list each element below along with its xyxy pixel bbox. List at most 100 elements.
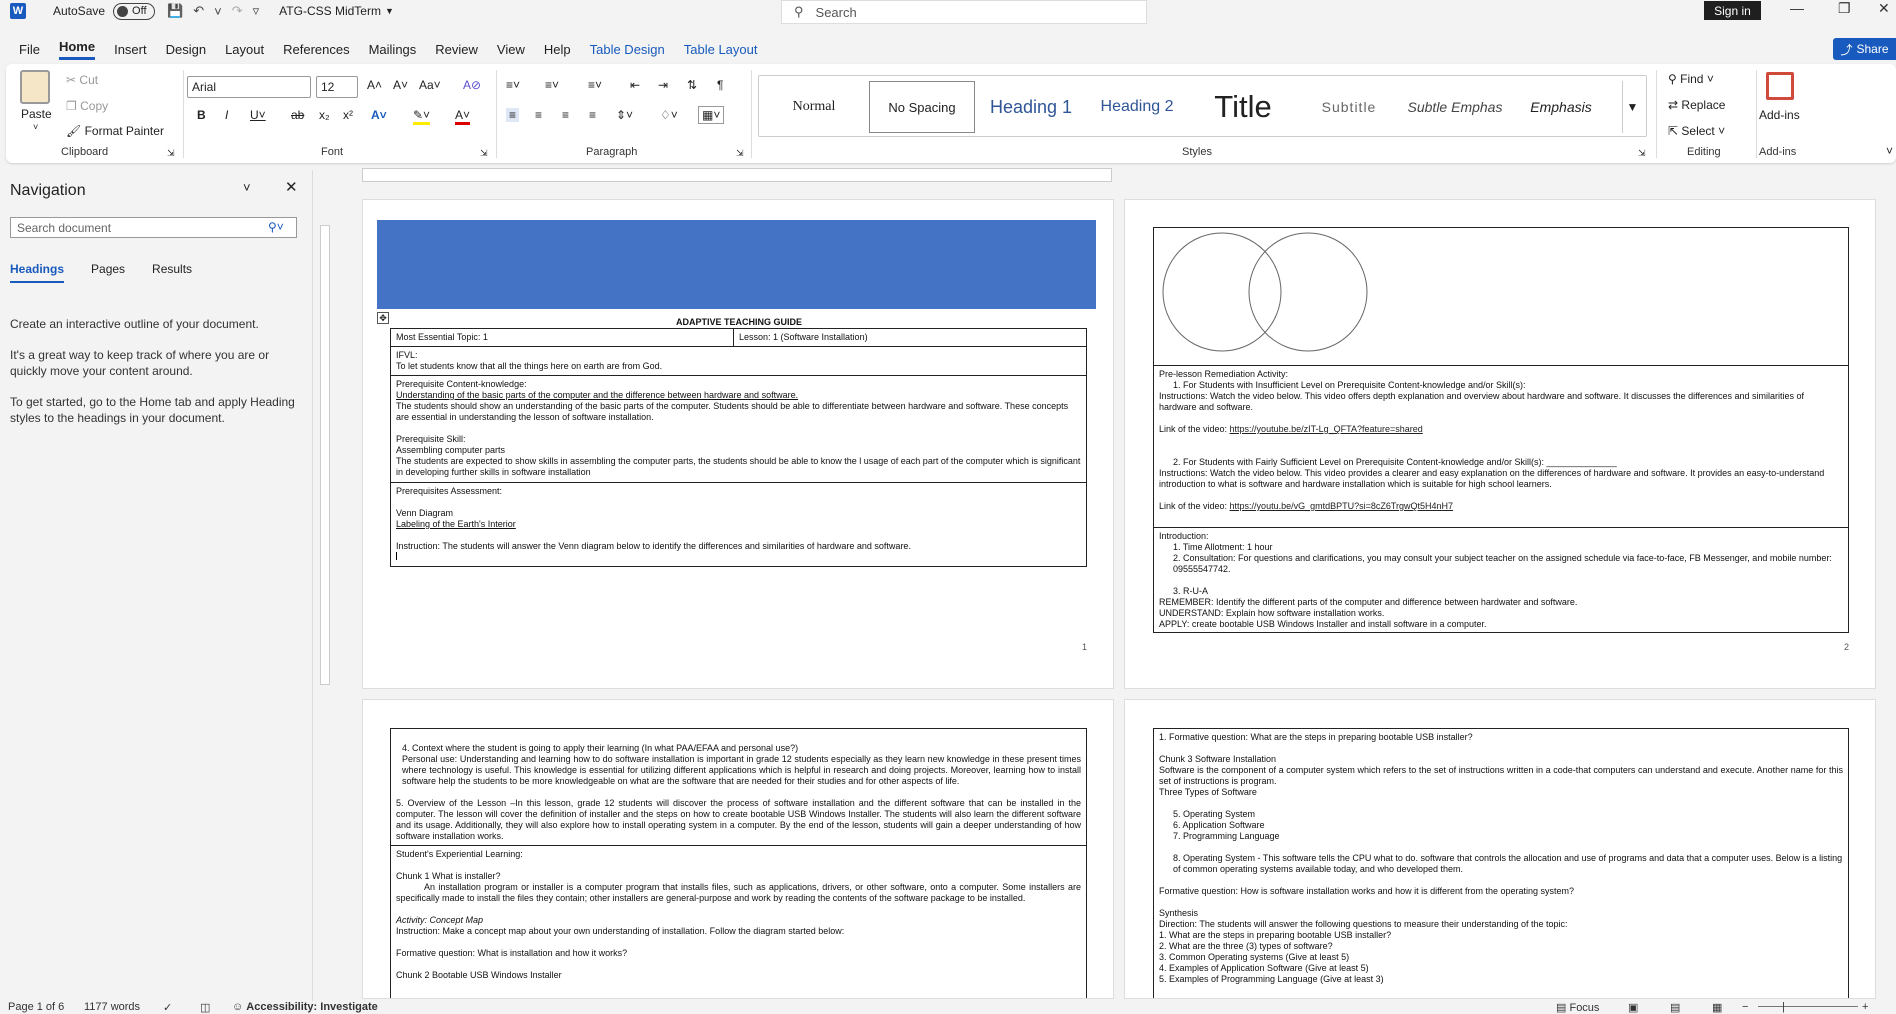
close-window-icon[interactable]: ✕ [1878,0,1890,17]
subscript-icon[interactable]: x₂ [319,108,330,122]
save-icon[interactable]: 💾 [167,3,183,19]
style-heading-1[interactable]: Heading 1 [981,81,1081,133]
zoom-in-icon[interactable]: + [1862,1001,1868,1013]
multilevel-list-icon[interactable]: ≡˅ [588,78,602,92]
justify-icon[interactable]: ≡ [589,108,596,122]
bold-icon[interactable]: B [197,108,206,122]
clipboard-launcher-icon[interactable]: ⇲ [167,148,175,159]
web-layout-icon[interactable]: ▦ [1712,1001,1722,1014]
line-spacing-icon[interactable]: ⇕˅ [616,108,633,122]
italic-icon[interactable]: I [225,108,228,122]
collapse-ribbon-icon[interactable]: ˅ [1886,144,1893,158]
font-name-dropdown[interactable]: Arial [187,76,311,98]
style-heading-2[interactable]: Heading 2 [1087,81,1187,133]
replace-button[interactable]: ⇄ Replace [1668,98,1725,112]
show-formatting-icon[interactable]: ¶ [717,78,723,92]
nav-tab-pages[interactable]: Pages [91,262,125,283]
lesson-cell[interactable]: Lesson: 1 (Software Installation) [734,329,873,346]
tab-insert[interactable]: Insert [114,42,147,57]
page-count[interactable]: Page 1 of 6 [8,1001,64,1013]
shrink-font-icon[interactable]: A˅ [393,78,408,92]
customize-qat-icon[interactable]: ▿ [253,3,260,19]
font-color-icon[interactable]: A˅ [455,108,471,125]
change-case-icon[interactable]: Aa˅ [419,78,441,92]
nav-tab-results[interactable]: Results [152,262,192,283]
table-row[interactable]: Student's Experiential Learning: Chunk 1… [391,846,1086,984]
paste-button[interactable]: Paste [21,107,52,121]
styles-more-icon[interactable]: ▼ [1622,81,1642,133]
topic-cell[interactable]: Most Essential Topic: 1 [391,329,734,346]
document-title[interactable]: ATG-CSS MidTerm [279,4,381,18]
focus-button[interactable]: ▤ Focus [1556,1001,1599,1014]
tab-view[interactable]: View [497,42,525,57]
print-layout-icon[interactable]: ▤ [1670,1001,1680,1014]
share-button[interactable]: ⤴ Share [1833,38,1896,60]
align-center-icon[interactable]: ≡ [535,108,542,122]
read-mode-icon[interactable]: ▣ [1628,1001,1638,1014]
tab-mailings[interactable]: Mailings [369,42,417,57]
nav-search-input[interactable]: Search document [10,217,297,238]
tab-file[interactable]: File [19,42,40,57]
accessibility-status[interactable]: ☺ Accessibility: Investigate [232,1001,378,1013]
find-button[interactable]: ⚲ Find ˅ [1668,72,1714,86]
nav-tab-headings[interactable]: Headings [10,262,65,283]
superscript-icon[interactable]: x² [343,108,353,122]
vertical-ruler[interactable] [320,225,330,685]
decrease-indent-icon[interactable]: ⇤ [630,78,640,92]
style-subtle-emphasis[interactable]: Subtle Emphas [1405,81,1505,133]
align-left-icon[interactable]: ≡ [506,108,520,122]
increase-indent-icon[interactable]: ⇥ [658,78,668,92]
restore-icon[interactable]: ❐ [1838,0,1851,17]
font-launcher-icon[interactable]: ⇲ [480,148,488,159]
table-row[interactable]: Introduction: 1. Time Allotment: 1 hour … [1154,528,1848,633]
select-button[interactable]: ⇱ Select ˅ [1668,124,1725,138]
zoom-out-icon[interactable]: − [1742,1001,1748,1013]
word-count[interactable]: 1177 words [84,1001,140,1013]
macro-icon[interactable]: ◫ [200,1001,210,1014]
borders-icon[interactable]: ▦˅ [698,106,725,124]
tab-help[interactable]: Help [544,42,571,57]
style-emphasis[interactable]: Emphasis [1511,81,1611,133]
bullets-icon[interactable]: ≡˅ [506,78,520,92]
venn-cell[interactable] [1154,228,1848,366]
clear-formatting-icon[interactable]: A⊘ [463,78,481,92]
table-row[interactable]: IFVL: To let students know that all the … [391,347,1086,376]
paragraph-launcher-icon[interactable]: ⇲ [736,148,744,159]
tab-references[interactable]: References [283,42,349,57]
grow-font-icon[interactable]: A˄ [367,78,382,92]
close-nav-icon[interactable]: ✕ [285,178,298,196]
sign-in-button[interactable]: Sign in [1704,1,1761,20]
tab-layout[interactable]: Layout [225,42,264,57]
table-row[interactable]: 1. Formative question: What are the step… [1154,729,1848,988]
table-row[interactable]: Pre-lesson Remediation Activity: 1. For … [1154,366,1848,528]
style-no-spacing[interactable]: No Spacing [869,81,975,133]
tab-design[interactable]: Design [166,42,206,57]
styles-launcher-icon[interactable]: ⇲ [1638,148,1646,159]
video-link-1[interactable]: https://youtube.be/zIT-Lg_QFTA?feature=s… [1230,424,1423,434]
tab-table-layout[interactable]: Table Layout [684,42,758,57]
undo-dropdown-icon[interactable]: ˅ [214,4,222,19]
cut-button[interactable]: ✂ Cut [66,73,98,87]
copy-button[interactable]: ❐ Copy [66,99,108,113]
zoom-slider-thumb[interactable]: | [1782,1001,1785,1013]
style-title[interactable]: Title [1193,81,1293,133]
tab-home[interactable]: Home [58,39,96,60]
highlight-icon[interactable]: ✎˅ [413,108,431,125]
minimize-icon[interactable]: — [1790,0,1804,16]
sort-icon[interactable]: ⇅ [687,78,697,92]
table-row[interactable]: Prerequisites Assessment: Venn Diagram L… [391,483,1086,566]
add-ins-button[interactable]: Add-ins [1759,108,1800,122]
autosave-toggle[interactable]: Off [113,2,156,20]
tab-table-design[interactable]: Table Design [590,42,665,57]
nav-options-chevron-icon[interactable]: ˅ [243,180,251,195]
redo-icon[interactable]: ↷ [232,3,243,19]
horizontal-ruler[interactable] [362,168,1112,182]
search-box[interactable]: ⚲ Search [781,0,1147,24]
shading-icon[interactable]: ♢˅ [660,108,678,122]
underline-icon[interactable]: U˅ [250,108,266,122]
paste-icon[interactable] [20,70,50,104]
add-ins-icon[interactable] [1766,72,1794,100]
strikethrough-icon[interactable]: ab [291,108,304,122]
undo-icon[interactable]: ↶ [193,3,204,19]
numbering-icon[interactable]: ≡˅ [545,78,559,92]
